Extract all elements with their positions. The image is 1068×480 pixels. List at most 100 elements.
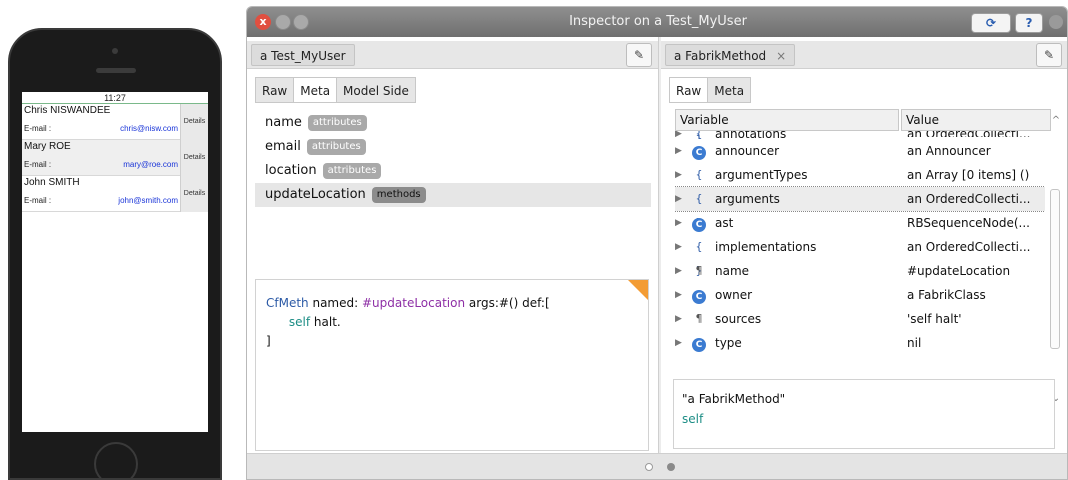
contact-row[interactable]: John SMITH E-mail : john@smith.com Detai… xyxy=(22,176,208,212)
meta-row-name[interactable]: name attributes xyxy=(255,111,651,135)
table-row[interactable]: ▶ C type nil xyxy=(675,331,1045,355)
evaluator-pane[interactable]: "a FabrikMethod" self xyxy=(673,379,1055,449)
code-class-token: CfMeth xyxy=(266,296,309,310)
pencil-icon[interactable]: ✎ xyxy=(626,43,652,67)
screen: 11:27 Chris NISWANDEE E-mail : chris@nis… xyxy=(0,0,1068,480)
table-row[interactable]: ▶ ¶ name #updateLocation xyxy=(675,259,1045,283)
title-bar[interactable]: x Inspector on a Test_MyUser ⟳ ? xyxy=(247,7,1067,37)
table-row[interactable]: ▶ C ast RBSequenceNode(... xyxy=(675,211,1045,235)
view-tabs: Raw Meta Model Side xyxy=(255,77,416,103)
email-label: E-mail : xyxy=(24,196,52,205)
variable-value: a FabrikClass xyxy=(907,288,986,302)
table-row-selected[interactable]: ▶ { } arguments an OrderedCollecti... xyxy=(675,186,1045,229)
variable-value: an OrderedCollecti... xyxy=(907,131,1045,137)
tab-meta[interactable]: Meta xyxy=(707,77,752,103)
category-badge: methods xyxy=(371,187,426,203)
contact-name: Mary ROE xyxy=(24,141,71,152)
code-text: CfMeth named: #updateLocation args:#() d… xyxy=(266,294,550,351)
expand-arrow-icon[interactable]: ▶ xyxy=(675,131,685,139)
table-row[interactable]: ▶ C announcer an Announcer xyxy=(675,139,1045,163)
meta-row-updatelocation[interactable]: updateLocation methods xyxy=(255,183,651,207)
meta-label: email xyxy=(265,139,301,154)
expand-arrow-icon[interactable]: ▶ xyxy=(675,139,685,163)
code-symbol-token: #updateLocation xyxy=(361,296,466,310)
tab-meta[interactable]: Meta xyxy=(293,77,337,103)
expand-arrow-icon[interactable]: ▶ xyxy=(675,307,685,331)
tab-raw[interactable]: Raw xyxy=(255,77,294,103)
tab-model-side[interactable]: Model Side xyxy=(336,77,416,103)
speaker-icon xyxy=(96,68,136,73)
contact-email-link[interactable]: chris@nisw.com xyxy=(120,124,178,133)
variable-value: 'self halt' xyxy=(907,312,962,326)
expand-arrow-icon[interactable]: ▶ xyxy=(675,331,685,355)
window-menu-button[interactable] xyxy=(1049,15,1063,29)
variable-value: #updateLocation xyxy=(907,264,1011,278)
class-icon: C xyxy=(692,218,706,232)
help-button[interactable]: ? xyxy=(1015,13,1043,33)
scrollbar-thumb[interactable] xyxy=(1050,189,1060,349)
right-inspector-pane: a FabrikMethod × ✎ Raw Meta Variable Valu… xyxy=(661,37,1067,453)
tab-raw[interactable]: Raw xyxy=(669,77,708,103)
expand-arrow-icon[interactable]: ▶ xyxy=(675,235,685,259)
expand-arrow-icon[interactable]: ▶ xyxy=(675,211,685,235)
expand-arrow-icon[interactable]: ▶ xyxy=(675,259,685,283)
refresh-button[interactable]: ⟳ xyxy=(971,13,1011,33)
variable-name: argumentTypes xyxy=(715,168,808,182)
details-button[interactable]: Details xyxy=(180,140,208,176)
left-inspector-pane: a Test_MyUser ✎ Raw Meta Model Side name… xyxy=(247,37,659,453)
table-row[interactable]: ▶ { } implementations an OrderedCollecti… xyxy=(675,235,1045,277)
table-row[interactable]: ▶ { } argumentTypes an Array [0 items] (… xyxy=(675,163,1045,205)
page-dot[interactable] xyxy=(645,463,653,471)
contact-row[interactable]: Chris NISWANDEE E-mail : chris@nisw.com … xyxy=(22,104,208,140)
view-tabs: Raw Meta xyxy=(669,77,752,103)
contact-email-link[interactable]: mary@roe.com xyxy=(123,160,178,169)
contact-email-link[interactable]: john@smith.com xyxy=(118,196,178,205)
value-column-header[interactable]: Value xyxy=(901,109,1051,131)
variable-column-header[interactable]: Variable xyxy=(675,109,899,131)
class-icon: C xyxy=(692,290,706,304)
contact-row[interactable]: Mary ROE E-mail : mary@roe.com Details xyxy=(22,140,208,176)
variable-name: annotations xyxy=(715,131,787,139)
close-tab-icon[interactable]: × xyxy=(776,49,786,63)
details-button[interactable]: Details xyxy=(180,104,208,140)
code-token: args:#() def:[ xyxy=(465,296,550,310)
home-button[interactable] xyxy=(94,442,138,480)
expand-arrow-icon[interactable]: ▶ xyxy=(675,187,685,211)
scroll-up-icon[interactable]: ^ xyxy=(1050,115,1062,127)
details-button[interactable]: Details xyxy=(180,176,208,212)
variable-name: owner xyxy=(715,288,753,302)
vertical-scrollbar[interactable]: ^ ⌄ xyxy=(1050,115,1062,405)
tab-label: a Test_MyUser xyxy=(260,49,346,63)
expand-arrow-icon[interactable]: ▶ xyxy=(675,283,685,307)
variable-name: name xyxy=(715,264,750,278)
window-title: Inspector on a Test_MyUser xyxy=(569,14,747,29)
expand-arrow-icon[interactable]: ▶ xyxy=(675,163,685,187)
meta-row-location[interactable]: location attributes xyxy=(255,159,651,183)
code-editor[interactable]: CfMeth named: #updateLocation args:#() d… xyxy=(255,279,649,451)
variable-table: ▶ { } annotations an OrderedCollecti... … xyxy=(675,131,1045,367)
status-bar-time: 11:27 xyxy=(22,92,208,104)
page-dot-active[interactable] xyxy=(667,463,675,471)
meta-row-email[interactable]: email attributes xyxy=(255,135,651,159)
pencil-icon[interactable]: ✎ xyxy=(1036,43,1062,67)
table-row[interactable]: ▶ C owner a FabrikClass xyxy=(675,283,1045,307)
contact-name: John SMITH xyxy=(24,177,80,188)
variable-name: type xyxy=(715,336,742,350)
tab-test-myuser[interactable]: a Test_MyUser xyxy=(251,44,355,66)
table-row[interactable]: ▶ ¶ sources 'self halt' xyxy=(675,307,1045,331)
table-row[interactable]: ▶ { } annotations an OrderedCollecti... xyxy=(675,131,1045,139)
tab-label: a FabrikMethod xyxy=(674,49,767,63)
collection-icon: { } xyxy=(695,131,703,139)
class-icon: C xyxy=(692,146,706,160)
category-badge: attributes xyxy=(307,115,367,131)
variable-name: implementations xyxy=(715,240,817,254)
meta-list: name attributes email attributes locatio… xyxy=(255,111,651,207)
variable-value: an OrderedCollecti... xyxy=(907,192,1031,206)
inspector-window: x Inspector on a Test_MyUser ⟳ ? a Test_… xyxy=(246,6,1068,480)
phone-simulator: 11:27 Chris NISWANDEE E-mail : chris@nis… xyxy=(8,28,222,480)
code-self-token: self xyxy=(288,315,311,329)
meta-label: location xyxy=(265,163,317,178)
tab-fabrikmethod[interactable]: a FabrikMethod × xyxy=(665,44,796,66)
evaluator-self-token: self xyxy=(682,412,704,426)
edit-corner-marker xyxy=(628,280,648,300)
